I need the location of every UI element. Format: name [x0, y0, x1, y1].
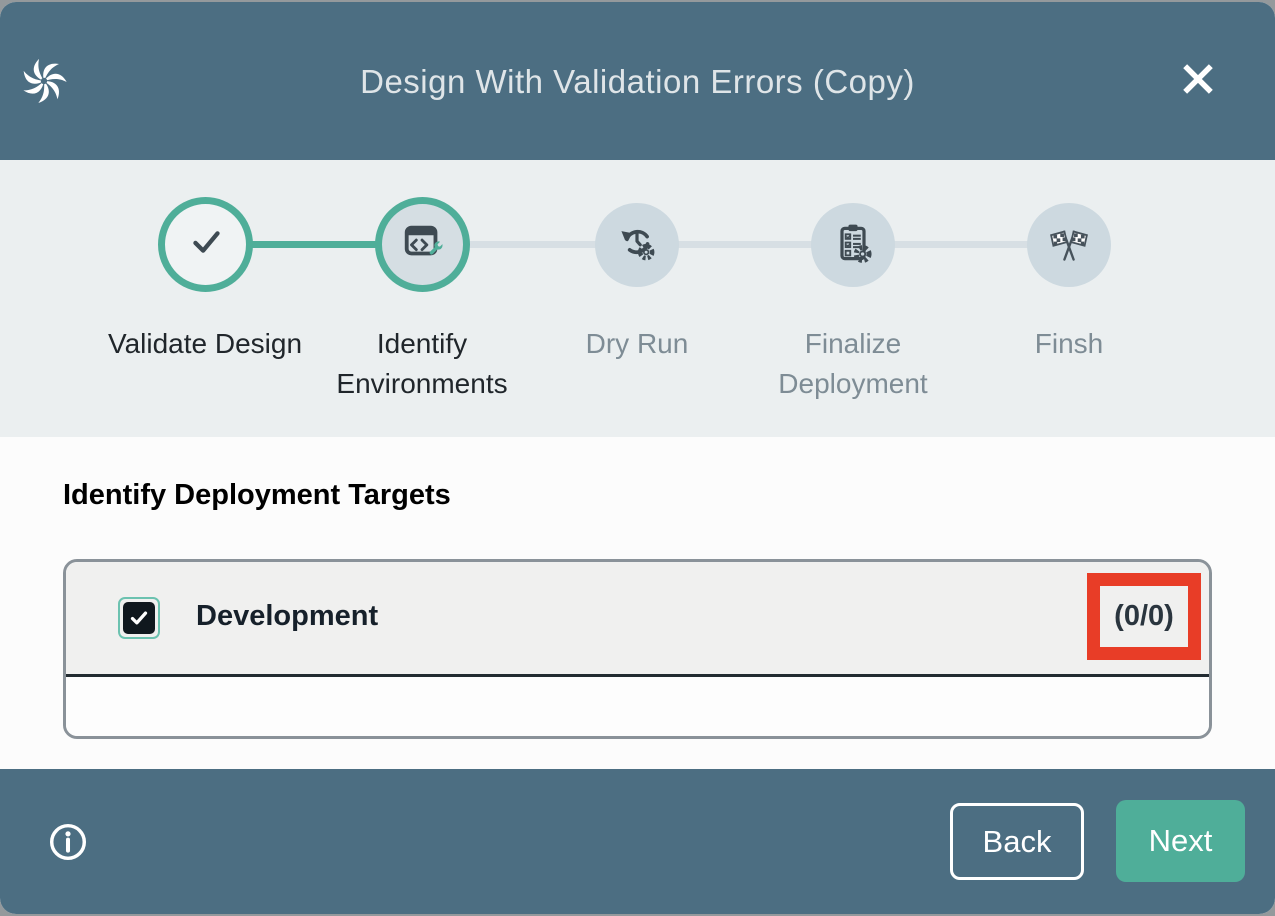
check-icon — [183, 219, 229, 270]
checkbox-check-icon — [123, 602, 155, 634]
next-button[interactable]: Next — [1116, 800, 1245, 882]
section-heading: Identify Deployment Targets — [63, 479, 451, 512]
step-dry-run[interactable] — [595, 203, 679, 287]
code-window-wrench-icon — [400, 219, 446, 270]
target-row-development[interactable]: Development — [66, 562, 1209, 674]
info-button[interactable] — [44, 819, 92, 867]
back-button[interactable]: Back — [950, 803, 1084, 880]
close-button[interactable] — [1174, 56, 1222, 104]
dry-run-sync-gear-icon — [615, 221, 659, 270]
close-icon — [1176, 89, 1220, 104]
step-validate-design[interactable] — [158, 197, 253, 292]
step-label-finalize-deployment: Finalize Deployment — [738, 324, 968, 404]
step-finalize-deployment[interactable] — [811, 203, 895, 287]
target-name-label: Development — [196, 600, 378, 633]
step-label-validate-design: Validate Design — [90, 324, 320, 364]
deployment-wizard-dialog: Design With Validation Errors (Copy) Val… — [0, 2, 1275, 914]
dialog-title: Design With Validation Errors (Copy) — [0, 63, 1275, 101]
development-checkbox[interactable] — [118, 597, 160, 639]
step-identify-environments[interactable] — [375, 197, 470, 292]
deployment-targets-panel: Development — [63, 559, 1212, 739]
info-icon — [45, 853, 91, 868]
step-label-identify-environments: Identify Environments — [307, 324, 537, 404]
step-finish[interactable] — [1027, 203, 1111, 287]
checkered-flags-icon — [1047, 221, 1091, 270]
clipboard-gear-icon — [831, 221, 875, 270]
step-label-finish: Finsh — [954, 324, 1184, 364]
dialog-header: Design With Validation Errors (Copy) — [0, 2, 1275, 160]
wizard-step-content: Identify Deployment Targets Development — [0, 437, 1275, 769]
step-label-dry-run: Dry Run — [522, 324, 752, 364]
empty-row — [66, 677, 1209, 736]
dialog-footer: Back Next — [0, 769, 1275, 914]
wizard-stepper: Validate Design Identify Environments — [0, 160, 1275, 437]
